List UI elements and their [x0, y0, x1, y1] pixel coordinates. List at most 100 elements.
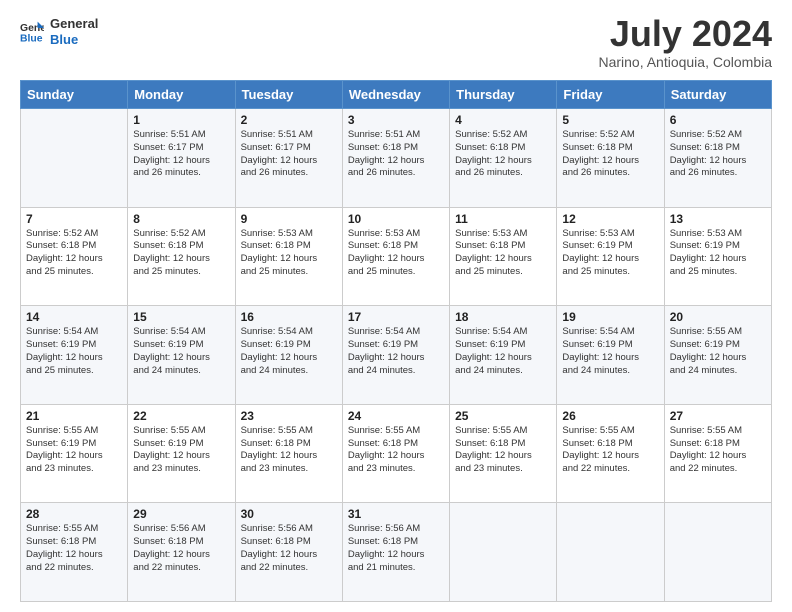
day-info-line: Sunset: 6:18 PM: [26, 536, 122, 549]
day-cell: [21, 109, 128, 208]
day-info-line: Daylight: 12 hours: [455, 253, 551, 266]
day-info-line: Sunset: 6:19 PM: [562, 339, 658, 352]
day-info-line: and 24 minutes.: [133, 365, 229, 378]
day-info-line: Sunrise: 5:55 AM: [455, 425, 551, 438]
day-number: 24: [348, 409, 444, 423]
day-info-line: and 25 minutes.: [670, 266, 766, 279]
day-cell: 29Sunrise: 5:56 AMSunset: 6:18 PMDayligh…: [128, 503, 235, 602]
day-info-line: and 26 minutes.: [670, 167, 766, 180]
day-number: 5: [562, 113, 658, 127]
day-info-line: Sunset: 6:18 PM: [348, 142, 444, 155]
day-info-line: Sunset: 6:18 PM: [670, 142, 766, 155]
day-number: 26: [562, 409, 658, 423]
day-cell: 13Sunrise: 5:53 AMSunset: 6:19 PMDayligh…: [664, 207, 771, 306]
day-cell: 8Sunrise: 5:52 AMSunset: 6:18 PMDaylight…: [128, 207, 235, 306]
day-info-line: and 24 minutes.: [241, 365, 337, 378]
day-info-line: Sunset: 6:17 PM: [133, 142, 229, 155]
day-number: 12: [562, 212, 658, 226]
day-info-line: and 26 minutes.: [348, 167, 444, 180]
calendar-table: SundayMondayTuesdayWednesdayThursdayFrid…: [20, 80, 772, 602]
day-info-line: Sunrise: 5:55 AM: [241, 425, 337, 438]
day-info-line: Sunrise: 5:56 AM: [348, 523, 444, 536]
day-cell: 27Sunrise: 5:55 AMSunset: 6:18 PMDayligh…: [664, 404, 771, 503]
day-info-line: Sunset: 6:18 PM: [241, 438, 337, 451]
day-number: 22: [133, 409, 229, 423]
day-info-line: Daylight: 12 hours: [348, 253, 444, 266]
day-cell: 11Sunrise: 5:53 AMSunset: 6:18 PMDayligh…: [450, 207, 557, 306]
day-info-line: and 25 minutes.: [241, 266, 337, 279]
day-number: 9: [241, 212, 337, 226]
day-info-line: Sunrise: 5:54 AM: [455, 326, 551, 339]
day-info-line: and 23 minutes.: [348, 463, 444, 476]
day-cell: 12Sunrise: 5:53 AMSunset: 6:19 PMDayligh…: [557, 207, 664, 306]
day-cell: 9Sunrise: 5:53 AMSunset: 6:18 PMDaylight…: [235, 207, 342, 306]
day-number: 30: [241, 507, 337, 521]
day-info-line: Sunrise: 5:55 AM: [26, 523, 122, 536]
day-info-line: Sunrise: 5:54 AM: [26, 326, 122, 339]
day-info-line: Sunset: 6:18 PM: [348, 536, 444, 549]
day-cell: 28Sunrise: 5:55 AMSunset: 6:18 PMDayligh…: [21, 503, 128, 602]
day-info-line: Sunrise: 5:52 AM: [562, 129, 658, 142]
day-cell: 6Sunrise: 5:52 AMSunset: 6:18 PMDaylight…: [664, 109, 771, 208]
day-info-line: Sunrise: 5:53 AM: [348, 228, 444, 241]
day-cell: [557, 503, 664, 602]
day-cell: 21Sunrise: 5:55 AMSunset: 6:19 PMDayligh…: [21, 404, 128, 503]
day-cell: 19Sunrise: 5:54 AMSunset: 6:19 PMDayligh…: [557, 306, 664, 405]
day-info-line: Sunrise: 5:55 AM: [26, 425, 122, 438]
day-info-line: Sunset: 6:18 PM: [455, 142, 551, 155]
day-cell: 24Sunrise: 5:55 AMSunset: 6:18 PMDayligh…: [342, 404, 449, 503]
day-info-line: Daylight: 12 hours: [455, 155, 551, 168]
day-info-line: Daylight: 12 hours: [241, 155, 337, 168]
day-info-line: Daylight: 12 hours: [562, 155, 658, 168]
day-info-line: and 23 minutes.: [133, 463, 229, 476]
day-number: 16: [241, 310, 337, 324]
day-info-line: and 25 minutes.: [348, 266, 444, 279]
day-info-line: Daylight: 12 hours: [670, 253, 766, 266]
day-cell: 3Sunrise: 5:51 AMSunset: 6:18 PMDaylight…: [342, 109, 449, 208]
weekday-header-sunday: Sunday: [21, 81, 128, 109]
day-info-line: Daylight: 12 hours: [26, 352, 122, 365]
day-info-line: and 23 minutes.: [455, 463, 551, 476]
day-info-line: Sunset: 6:19 PM: [455, 339, 551, 352]
weekday-header-friday: Friday: [557, 81, 664, 109]
day-number: 11: [455, 212, 551, 226]
day-info-line: Daylight: 12 hours: [26, 549, 122, 562]
day-info-line: and 25 minutes.: [455, 266, 551, 279]
day-number: 3: [348, 113, 444, 127]
day-info-line: Daylight: 12 hours: [455, 450, 551, 463]
day-info-line: Sunrise: 5:53 AM: [562, 228, 658, 241]
day-info-line: Sunrise: 5:53 AM: [670, 228, 766, 241]
day-number: 21: [26, 409, 122, 423]
day-info-line: Sunset: 6:18 PM: [562, 142, 658, 155]
day-info-line: Daylight: 12 hours: [133, 352, 229, 365]
day-cell: 4Sunrise: 5:52 AMSunset: 6:18 PMDaylight…: [450, 109, 557, 208]
day-info-line: and 25 minutes.: [562, 266, 658, 279]
day-cell: 20Sunrise: 5:55 AMSunset: 6:19 PMDayligh…: [664, 306, 771, 405]
day-info-line: Sunset: 6:19 PM: [133, 339, 229, 352]
day-info-line: Sunrise: 5:52 AM: [133, 228, 229, 241]
weekday-header-tuesday: Tuesday: [235, 81, 342, 109]
day-number: 25: [455, 409, 551, 423]
week-row-3: 14Sunrise: 5:54 AMSunset: 6:19 PMDayligh…: [21, 306, 772, 405]
day-number: 15: [133, 310, 229, 324]
day-number: 1: [133, 113, 229, 127]
day-cell: 26Sunrise: 5:55 AMSunset: 6:18 PMDayligh…: [557, 404, 664, 503]
day-number: 14: [26, 310, 122, 324]
day-info-line: and 26 minutes.: [562, 167, 658, 180]
day-cell: 17Sunrise: 5:54 AMSunset: 6:19 PMDayligh…: [342, 306, 449, 405]
day-info-line: Sunrise: 5:54 AM: [241, 326, 337, 339]
day-info-line: Daylight: 12 hours: [562, 253, 658, 266]
day-info-line: Sunset: 6:18 PM: [348, 438, 444, 451]
day-info-line: Sunrise: 5:52 AM: [455, 129, 551, 142]
day-info-line: and 22 minutes.: [241, 562, 337, 575]
day-info-line: and 22 minutes.: [133, 562, 229, 575]
day-cell: 14Sunrise: 5:54 AMSunset: 6:19 PMDayligh…: [21, 306, 128, 405]
day-info-line: Daylight: 12 hours: [670, 155, 766, 168]
day-cell: 22Sunrise: 5:55 AMSunset: 6:19 PMDayligh…: [128, 404, 235, 503]
day-number: 20: [670, 310, 766, 324]
day-number: 10: [348, 212, 444, 226]
day-number: 8: [133, 212, 229, 226]
day-info-line: Sunset: 6:18 PM: [241, 536, 337, 549]
day-info-line: Sunrise: 5:55 AM: [562, 425, 658, 438]
day-info-line: Daylight: 12 hours: [562, 352, 658, 365]
